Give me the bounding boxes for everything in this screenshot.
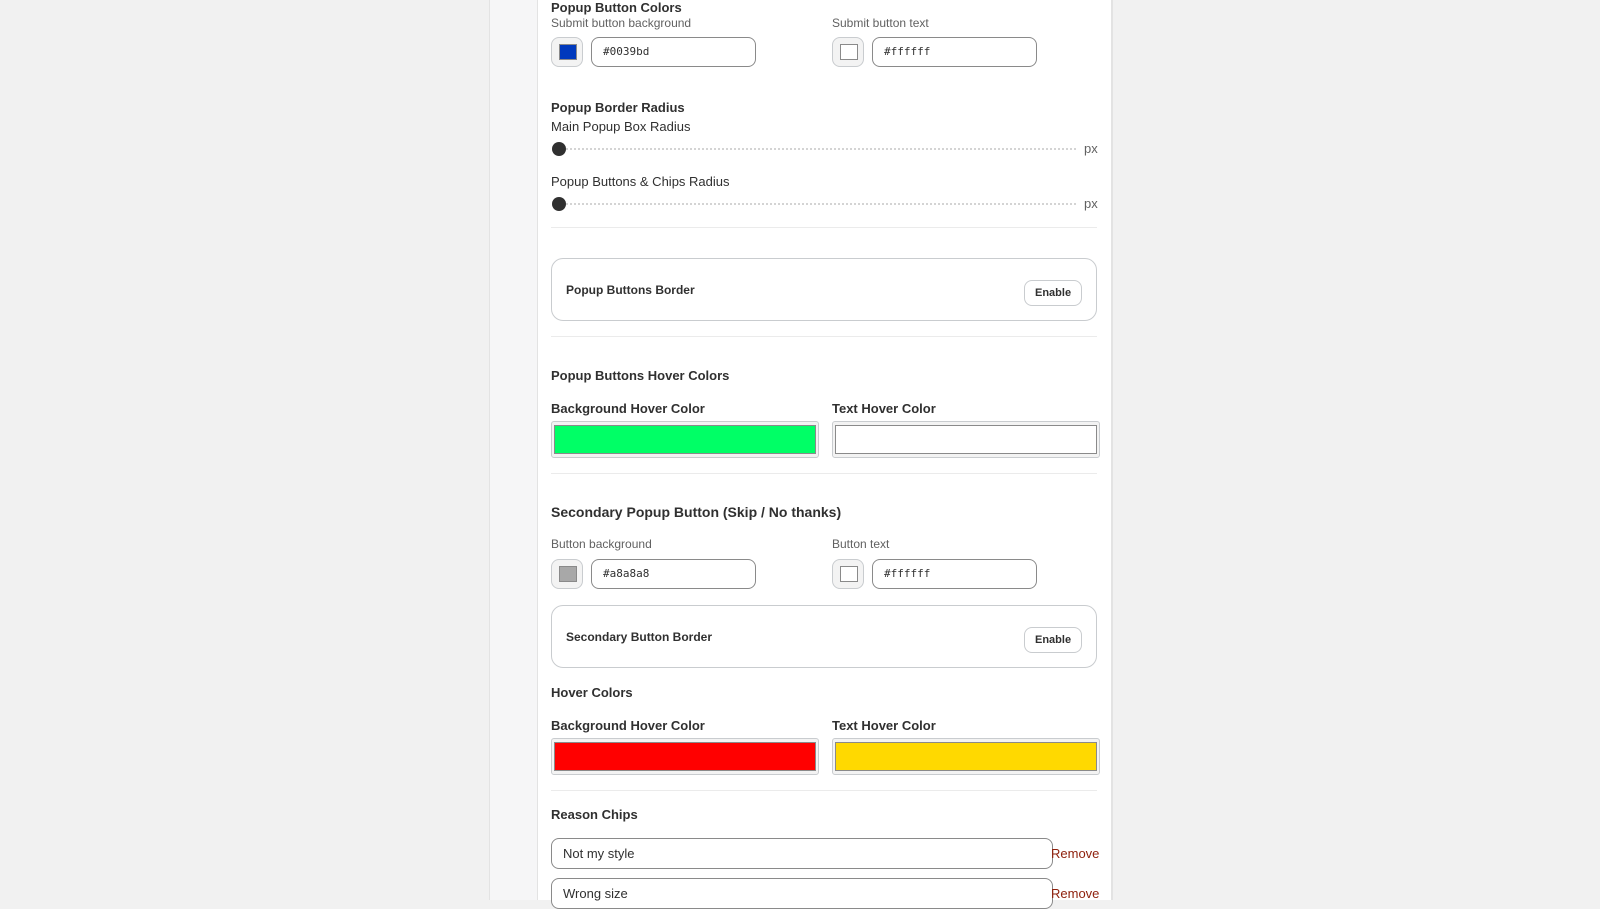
- popup-buttons-border-enable-button[interactable]: Enable: [1024, 280, 1083, 306]
- reason-chip-remove-link[interactable]: Remove: [1051, 846, 1099, 861]
- submit-text-swatch[interactable]: [832, 37, 864, 67]
- secondary-border-enable-button[interactable]: Enable: [1024, 627, 1083, 653]
- submit-bg-swatch-color: [559, 44, 577, 60]
- hover-colors-title: Popup Buttons Hover Colors: [551, 368, 730, 383]
- secondary-bg-hex-input[interactable]: #a8a8a8: [591, 559, 756, 589]
- secondary-text-swatch-color: [840, 566, 858, 582]
- reason-chips-title: Reason Chips: [551, 807, 638, 822]
- chips-radius-thumb[interactable]: [552, 197, 566, 211]
- divider: [551, 790, 1097, 791]
- secondary-text-hover-color-fill: [835, 742, 1097, 771]
- secondary-bg-swatch[interactable]: [551, 559, 583, 589]
- secondary-text-label: Button text: [832, 537, 890, 551]
- divider: [551, 336, 1097, 337]
- secondary-hover-title: Hover Colors: [551, 685, 633, 700]
- chips-radius-label: Popup Buttons & Chips Radius: [551, 174, 730, 189]
- secondary-bg-hover-color-fill: [554, 742, 816, 771]
- secondary-text-hover-color-field[interactable]: [832, 738, 1100, 775]
- secondary-text-swatch[interactable]: [832, 559, 864, 589]
- submit-bg-label: Submit button background: [551, 16, 692, 30]
- secondary-bg-hover-color-field[interactable]: [551, 738, 819, 775]
- divider: [551, 227, 1097, 228]
- text-hover-label: Text Hover Color: [832, 401, 936, 416]
- text-hover-color-field[interactable]: [832, 421, 1100, 458]
- submit-bg-hex-input[interactable]: #0039bd: [591, 37, 756, 67]
- submit-text-label: Submit button text: [832, 16, 929, 30]
- secondary-button-title: Secondary Popup Button (Skip / No thanks…: [551, 504, 842, 520]
- chips-radius-unit: px: [1084, 196, 1098, 211]
- main-radius-thumb[interactable]: [552, 142, 566, 156]
- main-radius-label: Main Popup Box Radius: [551, 119, 691, 134]
- main-radius-track[interactable]: [558, 148, 1076, 150]
- secondary-text-hex-input[interactable]: #ffffff: [872, 559, 1037, 589]
- submit-text-swatch-color: [840, 44, 858, 60]
- submit-text-hex-input[interactable]: #ffffff: [872, 37, 1037, 67]
- secondary-text-hover-label: Text Hover Color: [832, 718, 936, 733]
- secondary-border-title: Secondary Button Border: [566, 630, 713, 644]
- popup-button-colors-title: Popup Button Colors: [551, 0, 682, 15]
- reason-chip-input[interactable]: Not my style: [551, 838, 1053, 869]
- reason-chip-remove-link[interactable]: Remove: [1051, 886, 1099, 901]
- bg-hover-color-field[interactable]: [551, 421, 819, 458]
- main-radius-unit: px: [1084, 141, 1098, 156]
- bg-hover-color-fill: [554, 425, 816, 454]
- divider: [551, 473, 1097, 474]
- secondary-bg-label: Button background: [551, 537, 652, 551]
- popup-buttons-border-box: Popup Buttons Border Enable: [551, 258, 1097, 321]
- secondary-border-box: Secondary Button Border Enable: [551, 605, 1097, 668]
- submit-bg-swatch[interactable]: [551, 37, 583, 67]
- bg-hover-label: Background Hover Color: [551, 401, 705, 416]
- secondary-bg-swatch-color: [559, 566, 577, 582]
- popup-buttons-border-title: Popup Buttons Border: [566, 283, 695, 297]
- text-hover-color-fill: [835, 425, 1097, 454]
- secondary-bg-hover-label: Background Hover Color: [551, 718, 705, 733]
- chips-radius-track[interactable]: [558, 203, 1076, 205]
- reason-chip-input[interactable]: Wrong size: [551, 878, 1053, 909]
- border-radius-title: Popup Border Radius: [551, 100, 685, 115]
